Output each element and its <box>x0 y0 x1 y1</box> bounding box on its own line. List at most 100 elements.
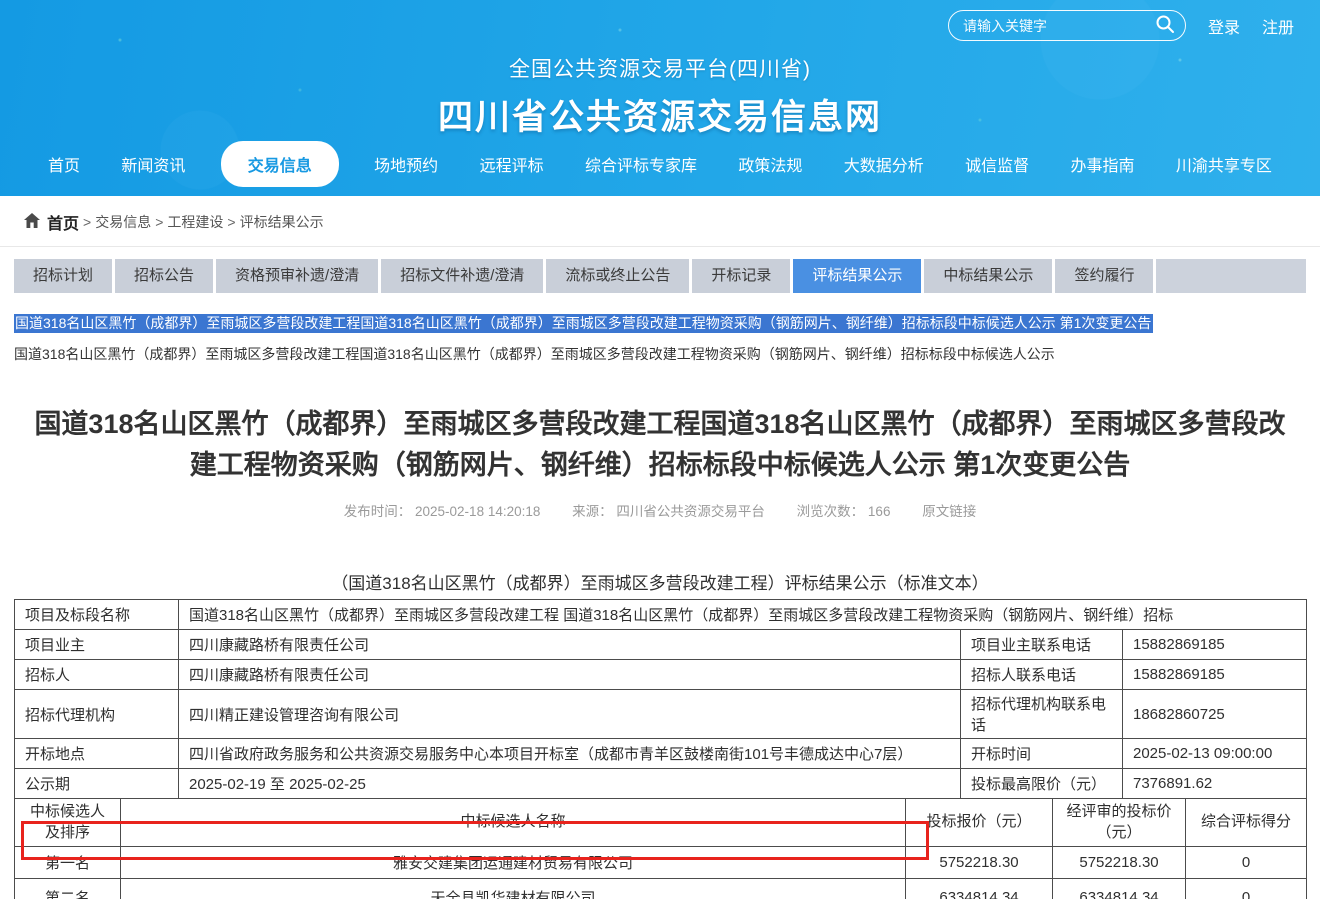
breadcrumb-separator: > <box>83 214 91 230</box>
agency-value: 四川精正建设管理咨询有限公司 <box>179 690 961 739</box>
rank-cell: 第二名 <box>15 879 121 899</box>
agency-phone-value: 18682860725 <box>1123 690 1307 739</box>
tenderer-phone-label: 招标人联系电话 <box>961 660 1123 690</box>
platform-title: 全国公共资源交易平台(四川省) <box>0 53 1320 83</box>
table-row: 项目业主 四川康藏路桥有限责任公司 项目业主联系电话 15882869185 <box>15 630 1307 660</box>
nav-item-news[interactable]: 新闻资讯 <box>115 142 191 186</box>
opening-place-label: 开标地点 <box>15 739 179 769</box>
search-box <box>948 10 1186 41</box>
candidate-name-cell: 天全县凯华建材有限公司 <box>121 879 906 899</box>
tab-prequalification-addendum[interactable]: 资格预审补遗/澄清 <box>216 259 378 293</box>
reviewed-bid-cell: 6334814.34 <box>1053 879 1186 899</box>
tab-evaluation-result[interactable]: 评标结果公示 <box>793 259 921 293</box>
rank-cell: 第一名 <box>15 847 121 879</box>
tab-bidding-announcement[interactable]: 招标公告 <box>115 259 213 293</box>
breadcrumb-evaluation-result[interactable]: 评标结果公示 <box>240 212 324 232</box>
nav-item-service-guide[interactable]: 办事指南 <box>1065 142 1141 186</box>
home-icon <box>24 213 40 231</box>
table-caption: （国道318名山区黑竹（成都界）至雨城区多营段改建工程）评标结果公示（标准文本） <box>0 569 1320 594</box>
tenderer-label: 招标人 <box>15 660 179 690</box>
owner-value: 四川康藏路桥有限责任公司 <box>179 630 961 660</box>
tab-contract-performance[interactable]: 签约履行 <box>1055 259 1153 293</box>
bid-price-header: 投标报价（元） <box>906 799 1053 847</box>
site-title: 四川省公共资源交易信息网 <box>0 89 1320 140</box>
result-item[interactable]: 国道318名山区黑竹（成都界）至雨城区多营段改建工程国道318名山区黑竹（成都界… <box>14 344 1306 364</box>
candidates-table: 中标候选人及排序 中标候选人名称 投标报价（元） 经评审的投标价（元） 综合评标… <box>14 798 1307 899</box>
table-row: 公示期 2025-02-19 至 2025-02-25 投标最高限价（元） 73… <box>15 769 1307 799</box>
publicity-period-value: 2025-02-19 至 2025-02-25 <box>179 769 961 799</box>
original-link[interactable]: 原文链接 <box>922 504 976 519</box>
score-header: 综合评标得分 <box>1186 799 1307 847</box>
tenderer-phone-value: 15882869185 <box>1123 660 1307 690</box>
table-row: 招标人 四川康藏路桥有限责任公司 招标人联系电话 15882869185 <box>15 660 1307 690</box>
table-row: 开标地点 四川省政府政务服务和公共资源交易服务中心本项目开标室（成都市青羊区鼓楼… <box>15 739 1307 769</box>
register-link[interactable]: 注册 <box>1262 14 1294 38</box>
nav-item-chuanyu-zone[interactable]: 川渝共享专区 <box>1170 142 1278 186</box>
view-count: 浏览次数： 166 <box>797 504 891 519</box>
project-name-value: 国道318名山区黑竹（成都界）至雨城区多营段改建工程 国道318名山区黑竹（成都… <box>179 600 1307 630</box>
nav-item-credit-supervision[interactable]: 诚信监督 <box>959 142 1035 186</box>
nav-item-expert-library[interactable]: 综合评标专家库 <box>579 142 703 186</box>
article-title: 国道318名山区黑竹（成都界）至雨城区多营段改建工程国道318名山区黑竹（成都界… <box>34 404 1286 486</box>
breadcrumb-separator: > <box>155 214 163 230</box>
candidate-name-cell: 雅安交建集团运通建材贸易有限公司 <box>121 847 906 879</box>
opening-place-value: 四川省政府政务服务和公共资源交易服务中心本项目开标室（成都市青羊区鼓楼南街101… <box>179 739 961 769</box>
site-header: 登录 注册 全国公共资源交易平台(四川省) 四川省公共资源交易信息网 首页 新闻… <box>0 0 1320 196</box>
tables-wrap: 项目及标段名称 国道318名山区黑竹（成都界）至雨城区多营段改建工程 国道318… <box>14 599 1306 899</box>
candidates-header-row: 中标候选人及排序 中标候选人名称 投标报价（元） 经评审的投标价（元） 综合评标… <box>15 799 1307 847</box>
nav-item-trade-info[interactable]: 交易信息 <box>221 141 339 187</box>
breadcrumb-separator: > <box>227 214 235 230</box>
owner-label: 项目业主 <box>15 630 179 660</box>
tab-failed-terminated[interactable]: 流标或终止公告 <box>546 259 689 293</box>
opening-time-value: 2025-02-13 09:00:00 <box>1123 739 1307 769</box>
tab-bidding-plan[interactable]: 招标计划 <box>14 259 112 293</box>
tab-strip-filler <box>1156 259 1306 293</box>
table-row: 招标代理机构 四川精正建设管理咨询有限公司 招标代理机构联系电话 1868286… <box>15 690 1307 739</box>
publish-time: 发布时间： 2025-02-18 14:20:18 <box>344 504 541 519</box>
reviewed-bid-cell: 5752218.30 <box>1053 847 1186 879</box>
bid-price-cell: 5752218.30 <box>906 847 1053 879</box>
nav-item-big-data[interactable]: 大数据分析 <box>838 142 930 186</box>
header-topbar: 登录 注册 <box>948 10 1294 41</box>
main-nav: 首页 新闻资讯 交易信息 场地预约 远程评标 综合评标专家库 政策法规 大数据分… <box>0 141 1320 187</box>
candidate-name-header: 中标候选人名称 <box>121 799 906 847</box>
search-input[interactable] <box>963 18 1155 34</box>
source: 来源： 四川省公共资源交易平台 <box>572 504 765 519</box>
nav-item-policies[interactable]: 政策法规 <box>732 142 808 186</box>
tenderer-value: 四川康藏路桥有限责任公司 <box>179 660 961 690</box>
search-button[interactable] <box>1155 14 1175 37</box>
search-icon <box>1155 14 1175 37</box>
bid-price-cell: 6334814.34 <box>906 879 1053 899</box>
breadcrumb-engineering[interactable]: 工程建设 <box>167 212 223 232</box>
breadcrumb-trade-info[interactable]: 交易信息 <box>95 212 151 232</box>
rank-header: 中标候选人及排序 <box>15 799 121 847</box>
tab-bid-document-addendum[interactable]: 招标文件补遗/澄清 <box>381 259 543 293</box>
agency-label: 招标代理机构 <box>15 690 179 739</box>
nav-item-remote-evaluation[interactable]: 远程评标 <box>474 142 550 186</box>
publicity-period-label: 公示期 <box>15 769 179 799</box>
owner-phone-label: 项目业主联系电话 <box>961 630 1123 660</box>
nav-item-venue-booking[interactable]: 场地预约 <box>368 142 444 186</box>
candidate-row-1: 第一名 雅安交建集团运通建材贸易有限公司 5752218.30 5752218.… <box>15 847 1307 879</box>
candidate-row-2: 第二名 天全县凯华建材有限公司 6334814.34 6334814.34 0 <box>15 879 1307 899</box>
tab-winning-result[interactable]: 中标结果公示 <box>924 259 1052 293</box>
tab-strip: 招标计划 招标公告 资格预审补遗/澄清 招标文件补遗/澄清 流标或终止公告 开标… <box>14 259 1306 293</box>
owner-phone-value: 15882869185 <box>1123 630 1307 660</box>
result-item-selected-text: 国道318名山区黑竹（成都界）至雨城区多营段改建工程国道318名山区黑竹（成都界… <box>14 314 1153 333</box>
table-row: 项目及标段名称 国道318名山区黑竹（成都界）至雨城区多营段改建工程 国道318… <box>15 600 1307 630</box>
agency-phone-label: 招标代理机构联系电话 <box>961 690 1123 739</box>
article-meta: 发布时间： 2025-02-18 14:20:18 来源： 四川省公共资源交易平… <box>0 500 1320 520</box>
max-price-label: 投标最高限价（元） <box>961 769 1123 799</box>
max-price-value: 7376891.62 <box>1123 769 1307 799</box>
nav-item-home[interactable]: 首页 <box>42 142 86 186</box>
tab-bid-opening-record[interactable]: 开标记录 <box>692 259 790 293</box>
reviewed-bid-header: 经评审的投标价（元） <box>1053 799 1186 847</box>
breadcrumb: 首页 > 交易信息 > 工程建设 > 评标结果公示 <box>0 196 1320 247</box>
login-link[interactable]: 登录 <box>1208 14 1240 38</box>
breadcrumb-home[interactable]: 首页 <box>47 210 79 234</box>
project-info-table: 项目及标段名称 国道318名山区黑竹（成都界）至雨城区多营段改建工程 国道318… <box>14 599 1307 799</box>
score-cell: 0 <box>1186 879 1307 899</box>
score-cell: 0 <box>1186 847 1307 879</box>
result-item-selected[interactable]: 国道318名山区黑竹（成都界）至雨城区多营段改建工程国道318名山区黑竹（成都界… <box>14 313 1306 333</box>
result-list: 国道318名山区黑竹（成都界）至雨城区多营段改建工程国道318名山区黑竹（成都界… <box>14 313 1306 364</box>
